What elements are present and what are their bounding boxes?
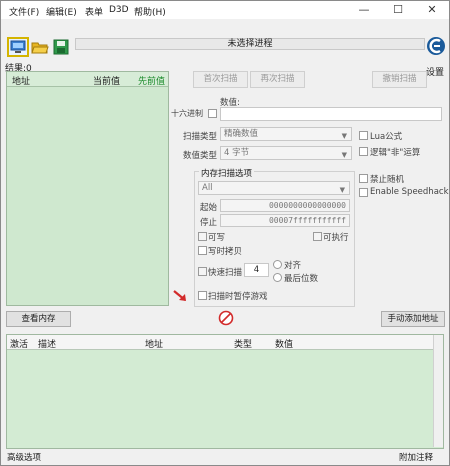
chevron-down-icon: ▼ [341,151,347,159]
maximize-button[interactable]: ☐ [381,1,415,19]
scan-type-value: 精确数值 [224,129,259,139]
value-input[interactable] [220,107,442,121]
settings-label[interactable]: 设置 [426,65,444,78]
header-current-value[interactable]: 当前值 [93,74,120,87]
start-address-input[interactable]: 0000000000000000 [220,199,350,212]
computer-icon [10,40,26,53]
process-label: 未选择进程 [75,38,425,50]
hex-checkbox[interactable] [208,109,217,118]
header-active[interactable]: 激活 [10,337,28,350]
settings-button[interactable] [426,35,446,57]
menu-file[interactable]: 文件(F) [9,5,39,18]
view-memory-button[interactable]: 查看内存 [6,311,71,327]
logic-not-label: 逻辑"非"运算 [370,148,421,158]
minimize-button[interactable]: — [347,1,381,19]
last-digits-radio[interactable] [273,273,282,282]
open-folder-icon [31,42,49,54]
lua-label: Lua公式 [370,132,403,142]
close-button[interactable]: ✕ [415,1,449,19]
found-list-header: 地址 当前值 先前值 [7,72,168,87]
pause-game-label: 扫描时暂停游戏 [208,292,268,302]
red-arrow-icon [173,290,186,301]
speedhack-checkbox[interactable] [359,188,368,197]
memory-region-value: All [202,183,213,193]
value-type-select[interactable]: 4 字节 ▼ [220,146,352,160]
header-value[interactable]: 数值 [275,337,293,350]
chevron-down-icon: ▼ [341,132,347,140]
fast-scan-checkbox[interactable] [198,267,207,276]
hex-label: 十六进制 [171,109,203,118]
first-scan-button[interactable]: 首次扫描 [193,71,248,88]
value-type-value: 4 字节 [224,148,250,158]
open-file-button[interactable] [31,39,49,55]
clear-list-button[interactable] [218,310,234,326]
value-type-label: 数值类型 [183,151,218,161]
align-radio[interactable] [273,260,282,269]
table-extras-button[interactable]: 附加注释 [399,451,433,463]
no-random-label: 禁止随机 [370,175,405,185]
open-process-button[interactable] [7,37,29,57]
executable-label: 可执行 [323,233,349,243]
advanced-options-button[interactable]: 高级选项 [7,451,41,463]
pause-game-checkbox[interactable] [198,291,207,300]
add-address-manually-button[interactable]: 手动添加地址 [381,311,445,327]
copy-to-table-button[interactable] [171,288,189,304]
menu-table[interactable]: 表单 [85,5,103,18]
address-table-scrollbar[interactable] [433,335,443,447]
main-window: 文件(F) 编辑(E) 表单 D3D 帮助(H) — ☐ ✕ 未选择进程 设置 … [0,0,450,466]
logic-not-checkbox[interactable] [359,147,368,156]
fast-scan-input[interactable]: 4 [244,263,269,277]
save-disk-icon [53,39,69,55]
writable-checkbox[interactable] [198,232,207,241]
next-scan-button[interactable]: 再次扫描 [250,71,305,88]
memory-region-select[interactable]: All ▼ [198,181,350,195]
header-address[interactable]: 地址 [12,74,30,87]
executable-checkbox[interactable] [313,232,322,241]
header-description[interactable]: 描述 [38,337,56,350]
address-table[interactable]: 激活 描述 地址 类型 数值 [6,334,444,449]
menu-help[interactable]: 帮助(H) [134,5,166,18]
scan-type-label: 扫描类型 [183,132,218,142]
copy-on-write-label: 写时拷贝 [208,247,243,257]
menu-d3d[interactable]: D3D [109,5,129,15]
writable-label: 可写 [208,233,226,243]
header-address[interactable]: 地址 [145,337,163,350]
header-type[interactable]: 类型 [234,337,252,350]
no-random-checkbox[interactable] [359,174,368,183]
found-address-list[interactable]: 地址 当前值 先前值 [6,71,169,306]
lua-checkbox[interactable] [359,131,368,140]
settings-logo-icon [427,37,445,55]
chevron-down-icon: ▼ [339,186,345,194]
speedhack-label: Enable Speedhack [370,187,449,197]
scan-type-select[interactable]: 精确数值 ▼ [220,127,352,141]
stop-address-label: 停止 [200,218,218,228]
save-button[interactable] [53,39,71,55]
undo-scan-button[interactable]: 撤销扫描 [372,71,427,88]
fast-scan-label: 快速扫描 [208,268,243,278]
start-address-label: 起始 [200,203,218,213]
memory-scan-options-title: 内存扫描选项 [199,167,255,179]
header-previous-value[interactable]: 先前值 [138,74,165,87]
address-table-header: 激活 描述 地址 类型 数值 [7,335,443,350]
menu-edit[interactable]: 编辑(E) [46,5,77,18]
copy-on-write-checkbox[interactable] [198,246,207,255]
stop-address-input[interactable]: 00007fffffffffff [220,214,350,227]
stop-sign-icon [218,310,234,326]
menu-bar: 文件(F) 编辑(E) 表单 D3D 帮助(H) — ☐ ✕ [1,1,449,19]
align-label: 对齐 [284,261,302,271]
last-digits-label: 最后位数 [284,274,319,284]
